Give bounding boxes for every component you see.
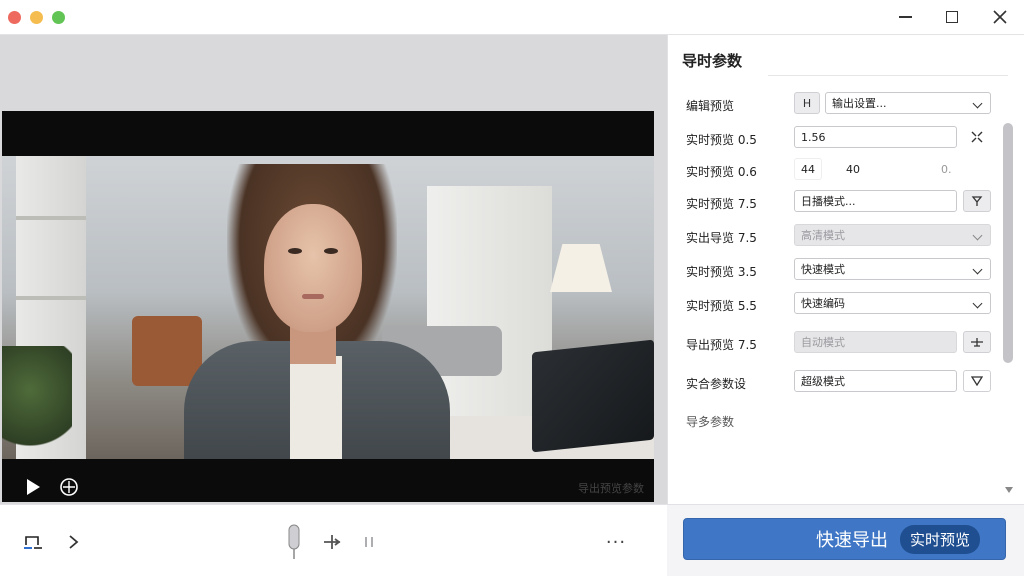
row-8-action[interactable] <box>963 370 991 392</box>
video-preview-area: 导出预览参数 <box>0 35 667 504</box>
eye-left <box>288 248 302 254</box>
row-label-4: 实出导览 7.5 <box>686 231 757 245</box>
row-8-input[interactable]: 超级模式 <box>794 370 957 392</box>
row-0-toggle[interactable]: H <box>794 92 820 114</box>
video-frame <box>2 156 654 459</box>
title-bar <box>0 0 1024 35</box>
minimize-window-dot[interactable] <box>30 11 43 24</box>
minimize-icon <box>898 16 912 18</box>
eye-right <box>324 248 338 254</box>
row-3-action[interactable] <box>963 190 991 212</box>
export-area: 快速导出 实时预览 <box>667 504 1024 576</box>
trim-button[interactable] <box>22 531 44 553</box>
row-7-value: 自动模式 <box>801 336 845 349</box>
pin-icon <box>971 196 983 206</box>
row-7-action[interactable] <box>963 331 991 353</box>
row-1-input[interactable]: 1.56 <box>794 126 957 148</box>
row-2-value-a: 44 <box>801 162 815 176</box>
shirt <box>290 356 342 459</box>
row-label-6: 实时预览 5.5 <box>686 299 757 313</box>
row-label-3: 实时预览 7.5 <box>686 197 757 211</box>
row-label-8: 实合参数设 <box>686 377 747 391</box>
move-icon <box>324 535 341 549</box>
panel-title: 导时参数 <box>682 52 743 70</box>
pause-icon <box>365 537 373 547</box>
panel-scrollbar[interactable] <box>1003 123 1013 363</box>
row-3-input[interactable]: 日播模式... <box>794 190 957 212</box>
loop-button[interactable] <box>58 476 80 498</box>
volume-slider[interactable] <box>288 523 300 561</box>
slider-knob-icon <box>288 524 300 559</box>
next-button[interactable] <box>62 531 84 553</box>
row-6-value: 快速编码 <box>801 297 845 310</box>
move-button[interactable] <box>320 531 344 553</box>
realtime-preview-pill[interactable]: 实时预览 <box>899 524 980 554</box>
close-button[interactable] <box>985 4 1015 30</box>
bottom-toolbar: ··· <box>0 504 667 576</box>
export-settings-panel: 导时参数 编辑预览 H 输出设置... 实时预览 0.5 1.56 实时预览 0… <box>667 35 1024 504</box>
mouth <box>302 294 324 299</box>
row-1-value: 1.56 <box>801 130 826 144</box>
minimize-button[interactable] <box>890 4 920 30</box>
close-icon <box>993 10 1007 24</box>
row-0-value: 输出设置... <box>832 97 887 110</box>
row-4-select[interactable]: 高清模式 <box>794 224 991 246</box>
zoom-window-dot[interactable] <box>52 11 65 24</box>
row-2-input-a[interactable]: 44 <box>794 158 822 180</box>
row-1-action[interactable] <box>963 126 991 148</box>
triangle-down-icon <box>971 376 983 386</box>
maximize-button[interactable] <box>937 4 967 30</box>
row-2-value-b: 40 <box>846 163 860 176</box>
person <box>172 156 462 459</box>
adjust-icon <box>971 338 983 347</box>
row-2-value-c: 0. <box>941 163 952 176</box>
chevron-right-icon <box>69 535 79 549</box>
trim-icon <box>24 536 42 549</box>
row-8-value: 超级模式 <box>801 375 845 388</box>
row-label-7: 导出预览 7.5 <box>686 338 757 352</box>
row-6-select[interactable]: 快速编码 <box>794 292 991 314</box>
quick-export-button[interactable]: 快速导出 实时预览 <box>683 518 1006 560</box>
row-0-select[interactable]: 输出设置... <box>825 92 991 114</box>
panel-footer-text: 导多参数 <box>686 415 735 429</box>
laptop <box>532 339 654 453</box>
row-7-input[interactable]: 自动模式 <box>794 331 957 353</box>
export-button-label: 快速导出 <box>815 530 888 551</box>
maximize-icon <box>946 11 958 23</box>
face <box>264 204 362 332</box>
pause-button[interactable] <box>360 533 378 551</box>
play-icon <box>27 479 40 495</box>
row-4-value: 高清模式 <box>801 229 845 242</box>
row-label-5: 实时预览 3.5 <box>686 265 757 279</box>
panel-divider <box>768 75 1008 76</box>
player-info-text: 导出预览参数 <box>578 482 644 495</box>
row-label-0: 编辑预览 <box>686 99 735 113</box>
video-player[interactable] <box>2 111 654 502</box>
compress-icon <box>971 131 983 143</box>
more-options-button[interactable]: ··· <box>604 531 628 553</box>
row-5-select[interactable]: 快速模式 <box>794 258 991 280</box>
row-5-value: 快速模式 <box>801 263 845 276</box>
scroll-down-icon[interactable] <box>1005 487 1013 493</box>
row-label-1: 实时预览 0.5 <box>686 133 757 147</box>
plant <box>2 346 72 456</box>
close-window-dot[interactable] <box>8 11 21 24</box>
row-3-value: 日播模式... <box>801 195 856 208</box>
loop-icon <box>60 478 78 496</box>
play-button[interactable] <box>24 477 42 497</box>
lamp <box>550 244 612 292</box>
row-label-2: 实时预览 0.6 <box>686 165 757 179</box>
